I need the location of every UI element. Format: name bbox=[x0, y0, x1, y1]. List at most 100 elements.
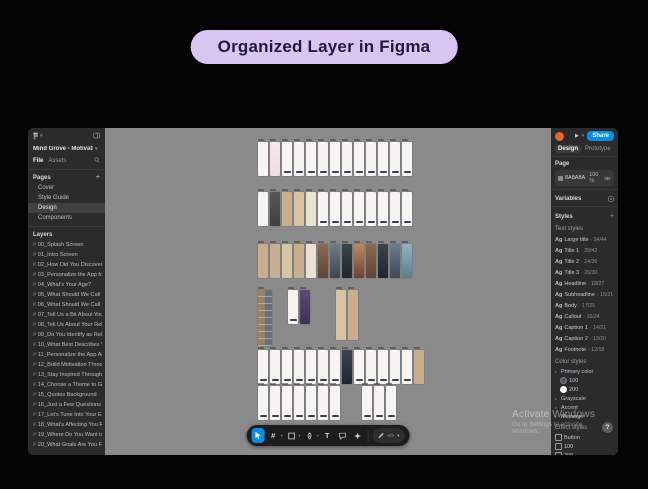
pen-tool[interactable] bbox=[303, 428, 316, 443]
frame-thumbnail[interactable] bbox=[318, 244, 328, 278]
frame-thumbnail[interactable] bbox=[390, 142, 400, 176]
frame-thumbnail[interactable] bbox=[258, 386, 268, 420]
layer-item[interactable]: #17_Let's Tune Into Your Emotions bbox=[28, 410, 105, 420]
frame-thumbnail[interactable] bbox=[318, 192, 328, 226]
frame-thumbnail[interactable] bbox=[306, 192, 316, 226]
frame-thumbnail[interactable] bbox=[306, 386, 316, 420]
draw-toggle[interactable] bbox=[378, 432, 385, 439]
present-play-icon[interactable]: ▶ bbox=[575, 133, 579, 139]
layer-item[interactable]: #18_What's Affecting You Right Now? bbox=[28, 420, 105, 430]
frame-thumbnail[interactable] bbox=[306, 142, 316, 176]
frame-thumbnail[interactable] bbox=[294, 142, 304, 176]
frame-thumbnail[interactable] bbox=[402, 142, 412, 176]
frame-thumbnail[interactable] bbox=[294, 244, 304, 278]
layer-item[interactable]: #09_Do You Identify as Religious or Sp..… bbox=[28, 330, 105, 340]
color-style-group[interactable]: ▸Accent bbox=[551, 403, 618, 412]
chevron-down-icon[interactable]: ▾ bbox=[317, 433, 319, 438]
layer-item[interactable]: #00_Splash Screen bbox=[28, 240, 105, 250]
layer-item[interactable]: #15_Quotes Background bbox=[28, 390, 105, 400]
layer-item[interactable]: #12_Build Motivation Through a Stead... bbox=[28, 360, 105, 370]
file-name-menu[interactable]: Mind Grove - Motivation Da... ▾ bbox=[28, 143, 105, 154]
frame-thumbnail[interactable] bbox=[330, 386, 340, 420]
chevron-down-icon[interactable]: ▾ bbox=[582, 134, 585, 139]
tab-prototype[interactable]: Prototype bbox=[585, 146, 611, 152]
frame-thumbnail[interactable] bbox=[270, 142, 280, 176]
frame-thumbnail[interactable] bbox=[288, 290, 298, 324]
layer-item[interactable]: #10_What Best Describes Your Belief S... bbox=[28, 340, 105, 350]
canvas[interactable]: #▾▾▾T </>▾ bbox=[105, 128, 551, 455]
page-opacity[interactable]: 100 % bbox=[589, 172, 602, 184]
text-style-item[interactable]: AgFootnote· 12/18 bbox=[551, 344, 618, 355]
frame-thumbnail[interactable] bbox=[336, 290, 346, 340]
layer-item[interactable]: #11_Personalize the App Around Your ... bbox=[28, 350, 105, 360]
frame-thumbnail[interactable] bbox=[300, 290, 310, 324]
layer-item[interactable]: #19_Where Do You Want to Grow? bbox=[28, 430, 105, 440]
page-item-style-guide[interactable]: Style Guide bbox=[28, 193, 105, 203]
dev-mode-toggle[interactable]: </> bbox=[388, 433, 395, 438]
layer-item[interactable]: #13_Stay Inspired Throughout the Day bbox=[28, 370, 105, 380]
page-item-cover[interactable]: Cover bbox=[28, 183, 105, 193]
frame-thumbnail[interactable] bbox=[366, 244, 376, 278]
frame-thumbnail[interactable] bbox=[282, 350, 292, 384]
effect-style-item[interactable]: 200 bbox=[551, 451, 618, 455]
chevron-down-icon[interactable]: ▾ bbox=[281, 433, 283, 438]
frame-thumbnail[interactable] bbox=[366, 192, 376, 226]
layer-item[interactable]: #02_How Did You Discover AI Motivati... bbox=[28, 260, 105, 270]
frame-thumbnail[interactable] bbox=[330, 142, 340, 176]
figma-menu-button[interactable]: ▾ bbox=[33, 132, 43, 142]
frame-thumbnail[interactable] bbox=[258, 350, 268, 384]
text-style-item[interactable]: AgHeadline· 18/27 bbox=[551, 278, 618, 289]
frame-thumbnail[interactable] bbox=[270, 244, 280, 278]
color-style-group[interactable]: ▸Primary color bbox=[551, 367, 618, 376]
frame-thumbnail[interactable] bbox=[342, 350, 352, 384]
frame-thumbnail[interactable] bbox=[282, 386, 292, 420]
frame-thumbnail[interactable] bbox=[390, 350, 400, 384]
help-button[interactable]: ? bbox=[602, 422, 613, 433]
frame-thumbnail[interactable] bbox=[378, 142, 388, 176]
frame-thumbnail[interactable] bbox=[386, 386, 396, 420]
frame-thumbnail[interactable] bbox=[342, 192, 352, 226]
layer-item[interactable]: #01_Intro Screen bbox=[28, 250, 105, 260]
collapse-toolbar[interactable]: ▾ bbox=[397, 433, 399, 439]
color-style-swatch[interactable]: 100 bbox=[551, 376, 618, 385]
frame-thumbnail[interactable] bbox=[270, 350, 280, 384]
text-style-item[interactable]: AgTitle 2· 24/36 bbox=[551, 256, 618, 267]
effect-style-item[interactable]: Button bbox=[551, 433, 618, 442]
layer-item[interactable]: #16_Just a Few Questions to Personali... bbox=[28, 400, 105, 410]
eye-icon[interactable] bbox=[604, 176, 611, 181]
frame-thumbnail[interactable] bbox=[366, 350, 376, 384]
actions-tool[interactable] bbox=[351, 428, 364, 443]
frame-thumbnail[interactable] bbox=[318, 386, 328, 420]
layer-item[interactable]: #04_What's Your Age? bbox=[28, 280, 105, 290]
frame-thumbnail[interactable] bbox=[402, 244, 412, 278]
frame-thumbnail[interactable] bbox=[318, 142, 328, 176]
frame-thumbnail[interactable] bbox=[258, 192, 268, 226]
frame-thumbnail[interactable] bbox=[402, 350, 412, 384]
comment-tool[interactable] bbox=[336, 428, 349, 443]
text-tool[interactable]: T bbox=[321, 428, 334, 443]
frame-thumbnail[interactable] bbox=[282, 142, 292, 176]
color-style-swatch[interactable]: 200 bbox=[551, 385, 618, 394]
share-button[interactable]: Share bbox=[587, 131, 614, 141]
frame-thumbnail[interactable] bbox=[354, 142, 364, 176]
frame-thumbnail[interactable] bbox=[318, 350, 328, 384]
frame-thumbnail[interactable] bbox=[270, 192, 280, 226]
layer-item[interactable]: #03_Personalize the App for a Better E..… bbox=[28, 270, 105, 280]
effect-style-item[interactable]: 100 bbox=[551, 442, 618, 451]
frame-thumbnail[interactable] bbox=[306, 244, 316, 278]
frame-thumbnail[interactable] bbox=[354, 350, 364, 384]
frame-thumbnail[interactable] bbox=[378, 192, 388, 226]
search-icon[interactable] bbox=[94, 157, 100, 165]
frame-thumbnail[interactable] bbox=[342, 244, 352, 278]
frame-thumbnail[interactable] bbox=[374, 386, 384, 420]
variables-icon[interactable] bbox=[608, 196, 614, 202]
page-item-components[interactable]: Components bbox=[28, 213, 105, 223]
tab-file[interactable]: File bbox=[33, 158, 43, 164]
color-style-group[interactable]: ▸Message bbox=[551, 412, 618, 421]
frame-thumbnail[interactable] bbox=[294, 386, 304, 420]
move-tool[interactable] bbox=[252, 428, 265, 443]
frame-thumbnail[interactable] bbox=[270, 386, 280, 420]
text-style-item[interactable]: AgTitle 1· 28/42 bbox=[551, 245, 618, 256]
frame-thumbnail[interactable] bbox=[366, 142, 376, 176]
frame-thumbnail[interactable] bbox=[362, 386, 372, 420]
